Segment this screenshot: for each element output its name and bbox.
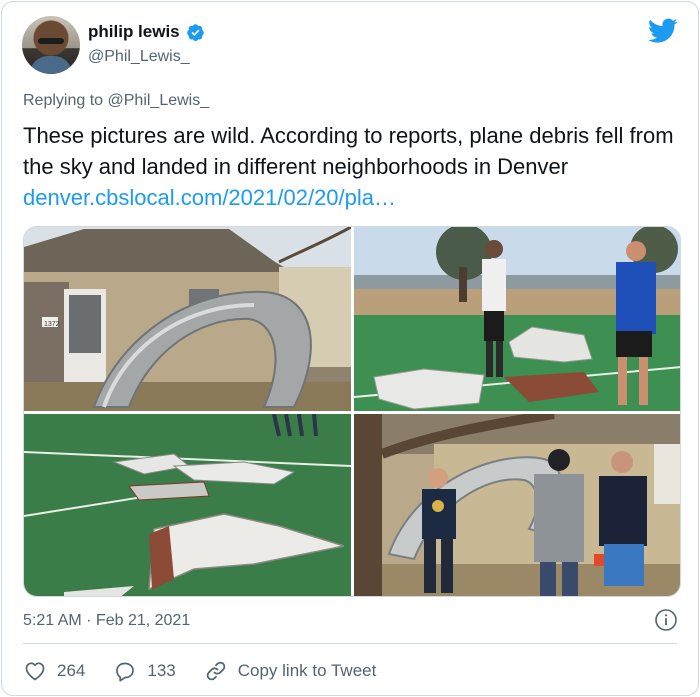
- author-handle[interactable]: @Phil_Lewis_: [88, 48, 190, 66]
- reply-bubble-icon: [116, 662, 135, 682]
- reply-button[interactable]: 133: [113, 659, 176, 683]
- avatar[interactable]: [22, 16, 80, 74]
- author-display-name[interactable]: philip lewis: [88, 22, 180, 42]
- like-count: 264: [57, 661, 86, 680]
- photo-field-debris-people[interactable]: [354, 227, 680, 411]
- author-name-row[interactable]: philip lewis: [88, 22, 205, 42]
- tweet-body: These pictures are wild. According to re…: [23, 123, 674, 179]
- photo-engine-cowling-house[interactable]: 1372: [24, 227, 351, 411]
- divider: [23, 643, 677, 644]
- copy-link-button[interactable]: Copy link to Tweet: [204, 659, 377, 683]
- house-number: 1372: [44, 321, 60, 328]
- copy-link-label: Copy link to Tweet: [237, 661, 377, 680]
- photo-men-engine-ring[interactable]: [354, 414, 680, 596]
- photo-turf-debris[interactable]: [24, 414, 351, 596]
- tweet-card: philip lewis @Phil_Lewis_ Replying to @P…: [1, 1, 699, 696]
- like-button[interactable]: 264: [23, 659, 85, 683]
- replying-to-label: Replying to: [23, 92, 108, 109]
- twitter-bird-icon[interactable]: [648, 18, 678, 44]
- tweet-text: These pictures are wild. According to re…: [23, 120, 683, 213]
- link-icon: [206, 661, 226, 681]
- tweet-link[interactable]: denver.cbslocal.com/2021/02/20/pla…: [23, 185, 396, 210]
- replying-to: Replying to @Phil_Lewis_: [23, 92, 209, 110]
- media-grid: 1372: [23, 226, 681, 597]
- tweet-timestamp[interactable]: 5:21 AM · Feb 21, 2021: [23, 612, 190, 630]
- reply-count: 133: [147, 661, 176, 680]
- heart-icon: [25, 662, 45, 681]
- tweet-actions: 264 133 Copy link to Tweet: [23, 658, 404, 684]
- info-icon[interactable]: [654, 608, 678, 632]
- verified-badge-icon: [186, 23, 204, 41]
- replying-to-handle[interactable]: @Phil_Lewis_: [108, 92, 210, 109]
